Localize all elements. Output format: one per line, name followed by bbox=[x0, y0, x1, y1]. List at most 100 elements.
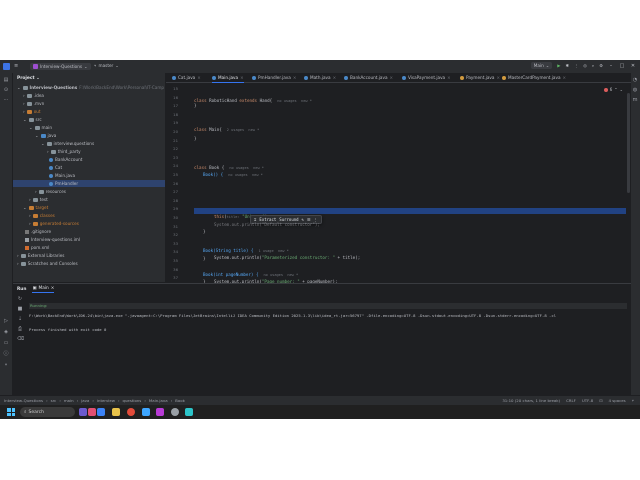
close-button[interactable]: ✕ bbox=[630, 63, 636, 69]
close-icon[interactable]: × bbox=[447, 73, 451, 82]
commit-icon[interactable]: ⊙ bbox=[3, 87, 9, 93]
chevron-right-icon[interactable]: › bbox=[29, 196, 31, 203]
tree-item[interactable]: Cat bbox=[47, 164, 62, 171]
close-icon[interactable]: × bbox=[240, 73, 244, 82]
breadcrumb-item[interactable]: interview bbox=[97, 398, 115, 403]
breadcrumb-item[interactable]: main bbox=[64, 398, 74, 403]
breadcrumb-item[interactable]: src bbox=[51, 398, 57, 403]
structure-icon[interactable]: ⋯ bbox=[3, 97, 9, 103]
task-view-icon[interactable] bbox=[79, 408, 87, 416]
code-area[interactable]: class RoboticHand extends Hand{ no usage… bbox=[194, 82, 626, 284]
problems-icon[interactable]: ⓘ bbox=[3, 351, 9, 357]
vcs-icon[interactable]: ⑂ bbox=[632, 398, 634, 403]
close-icon[interactable]: × bbox=[496, 73, 500, 82]
more-icon[interactable]: ⋮ bbox=[574, 63, 578, 68]
notifications-icon[interactable]: ◔ bbox=[632, 77, 638, 83]
chevron-down-icon[interactable]: ⌄ bbox=[23, 116, 27, 123]
run-icon[interactable]: ▶ bbox=[557, 63, 560, 68]
tree-item[interactable]: › .idea bbox=[23, 92, 44, 99]
intellij-taskbar-icon[interactable] bbox=[156, 408, 164, 416]
caret-position[interactable]: 31:10 (20 chars, 1 line break) bbox=[502, 398, 560, 403]
chevron-right-icon[interactable]: › bbox=[23, 100, 25, 107]
file-explorer-icon[interactable] bbox=[112, 408, 120, 416]
chevron-right-icon[interactable]: › bbox=[29, 220, 31, 227]
editor-tab[interactable]: VisaPayment.java × bbox=[402, 73, 451, 82]
app-icon[interactable] bbox=[142, 408, 150, 416]
tree-item[interactable]: ⌄ target bbox=[23, 204, 48, 211]
chevron-right-icon[interactable]: › bbox=[47, 148, 49, 155]
file-encoding[interactable]: UTF-8 bbox=[582, 398, 593, 403]
database-icon[interactable]: ◍ bbox=[632, 87, 638, 93]
close-icon[interactable]: × bbox=[51, 286, 55, 291]
chevron-down-icon[interactable]: ⌄ bbox=[23, 204, 27, 211]
editor-tab[interactable]: BankAccount.java × bbox=[344, 73, 393, 82]
editor-scrollbar[interactable] bbox=[627, 93, 630, 193]
services-icon[interactable]: ◈ bbox=[3, 329, 9, 335]
github-icon[interactable] bbox=[171, 408, 179, 416]
tree-item[interactable]: ⌄ main bbox=[29, 124, 52, 131]
close-icon[interactable]: × bbox=[333, 73, 337, 82]
search-icon[interactable]: ⌕ bbox=[592, 63, 594, 68]
maven-icon[interactable]: m bbox=[632, 97, 638, 103]
chrome-icon[interactable] bbox=[127, 408, 135, 416]
settings-icon[interactable]: ⚙ bbox=[599, 63, 603, 68]
tree-item[interactable]: Main.java bbox=[47, 172, 75, 179]
windows-start-icon[interactable] bbox=[7, 408, 15, 416]
project-panel-title[interactable]: Project ⌄ bbox=[17, 76, 40, 81]
tree-root[interactable]: ⌄ Interview-Questions F:\Work\BackEnd\Wo… bbox=[17, 84, 164, 91]
run-tab[interactable]: ▣ Main × bbox=[32, 286, 55, 293]
app-icon[interactable] bbox=[185, 408, 193, 416]
tree-item[interactable]: ⌄ interview.questions bbox=[41, 140, 94, 147]
tree-item[interactable]: PmHandler bbox=[13, 180, 165, 187]
chevron-right-icon[interactable]: › bbox=[35, 188, 37, 195]
editor-tab[interactable]: Cat.java × bbox=[172, 73, 201, 82]
debug-icon[interactable]: ✱ bbox=[566, 63, 570, 68]
breadcrumb-item[interactable]: Main.java bbox=[149, 398, 168, 403]
scroll-to-end-icon[interactable]: ⇣ bbox=[17, 316, 23, 322]
lock-icon[interactable]: ⊡ bbox=[599, 398, 602, 403]
stop-icon[interactable]: ■ bbox=[17, 306, 23, 312]
tree-item[interactable]: › test bbox=[29, 196, 48, 203]
chevron-right-icon[interactable]: › bbox=[29, 212, 31, 219]
editor-tab[interactable]: Payment.java × bbox=[460, 73, 500, 82]
print-icon[interactable]: ⎙ bbox=[17, 326, 23, 332]
chevron-right-icon[interactable]: › bbox=[17, 252, 19, 259]
close-icon[interactable]: × bbox=[563, 73, 567, 82]
app-icon[interactable] bbox=[88, 408, 96, 416]
delete-icon[interactable]: ⌫ bbox=[17, 336, 24, 342]
tree-item[interactable]: › .mvn bbox=[23, 100, 44, 107]
tree-item[interactable]: › Scratches and Consoles bbox=[17, 260, 78, 267]
close-icon[interactable]: × bbox=[293, 73, 297, 82]
project-switcher[interactable]: Interview-Questions ⌄ bbox=[30, 63, 91, 70]
tree-item[interactable]: › out bbox=[23, 108, 41, 115]
breadcrumb-item[interactable]: questions bbox=[123, 398, 142, 403]
tree-item[interactable]: ⌄ java bbox=[35, 132, 56, 139]
terminal-icon[interactable]: ▭ bbox=[3, 340, 9, 346]
indent-setting[interactable]: 4 spaces bbox=[609, 398, 626, 403]
editor-tab[interactable]: Math.java × bbox=[304, 73, 336, 82]
folder-icon[interactable]: ▤ bbox=[3, 77, 9, 83]
edge-icon[interactable] bbox=[97, 408, 105, 416]
tree-item[interactable]: › resources bbox=[35, 188, 66, 195]
run-tool-icon[interactable]: ▷ bbox=[3, 318, 9, 324]
rerun-icon[interactable]: ↻ bbox=[17, 296, 23, 302]
tree-item[interactable]: ⌄ src bbox=[23, 116, 42, 123]
ai-assistant-icon[interactable]: ◎ bbox=[583, 63, 587, 68]
chevron-right-icon[interactable]: › bbox=[23, 92, 25, 99]
close-icon[interactable]: × bbox=[197, 73, 201, 82]
chevron-down-icon[interactable]: ⌄ bbox=[41, 140, 45, 147]
git-icon[interactable]: ⑂ bbox=[3, 362, 9, 368]
maximize-button[interactable]: □ bbox=[619, 63, 625, 69]
tree-item[interactable]: › External Libraries bbox=[17, 252, 64, 259]
tree-item[interactable]: › generated-sources bbox=[29, 220, 79, 227]
close-icon[interactable]: × bbox=[390, 73, 394, 82]
tree-item[interactable]: BankAccount bbox=[47, 156, 82, 163]
tree-item[interactable]: Interview-questions.iml bbox=[23, 236, 80, 243]
breadcrumb-item[interactable]: Interview-Questions bbox=[4, 398, 43, 403]
tree-item[interactable]: pom.xml bbox=[23, 244, 49, 251]
tree-item[interactable]: › classes bbox=[29, 212, 55, 219]
run-config-selector[interactable]: Main ⌄ bbox=[530, 62, 553, 69]
hamburger-icon[interactable]: ≡ bbox=[14, 63, 18, 69]
chevron-down-icon[interactable]: ⌄ bbox=[29, 124, 33, 131]
chevron-right-icon[interactable]: › bbox=[17, 260, 19, 267]
